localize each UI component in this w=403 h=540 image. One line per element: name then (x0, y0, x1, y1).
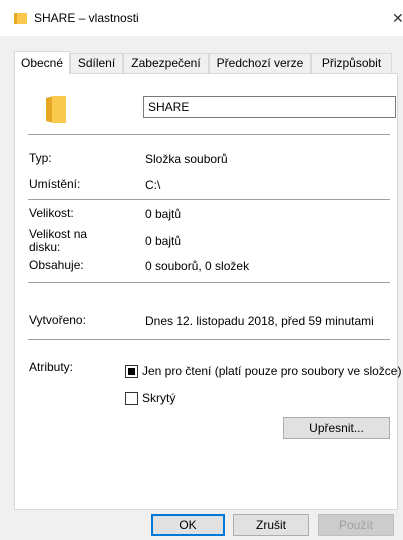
tab-sharing[interactable]: Sdílení (70, 53, 123, 73)
size-on-disk-value: 0 bajtů (145, 234, 182, 248)
cancel-button[interactable]: Zrušit (233, 514, 309, 536)
created-label: Vytvořeno: (29, 313, 86, 327)
separator (28, 199, 390, 200)
attributes-label: Atributy: (29, 360, 74, 374)
ok-button[interactable]: OK (151, 514, 225, 536)
window-title: SHARE – vlastnosti (34, 11, 139, 25)
created-value: Dnes 12. listopadu 2018, před 59 minutam… (145, 314, 374, 328)
properties-dialog: Obecné Sdílení Zabezpečení Předchozí ver… (0, 36, 403, 540)
readonly-checkbox[interactable] (125, 365, 138, 378)
hidden-checkbox[interactable] (125, 392, 138, 405)
contains-label: Obsahuje: (29, 258, 84, 272)
folder-icon (14, 13, 27, 24)
contains-value: 0 souborů, 0 složek (145, 259, 250, 273)
size-value: 0 bajtů (145, 207, 182, 221)
tab-security[interactable]: Zabezpečení (123, 53, 209, 73)
location-label: Umístění: (29, 177, 81, 191)
separator (28, 134, 390, 135)
separator (28, 339, 390, 340)
advanced-button[interactable]: Upřesnit... (283, 417, 390, 439)
type-label: Typ: (29, 151, 52, 165)
tab-previous-versions[interactable]: Předchozí verze (209, 53, 311, 73)
size-on-disk-label: Velikost na disku: (29, 227, 88, 254)
size-label: Velikost: (29, 206, 74, 220)
general-tab-panel: Typ: Složka souborů Umístění: C:\ Veliko… (14, 73, 401, 510)
tab-general[interactable]: Obecné (14, 51, 70, 74)
folder-name-input[interactable] (143, 96, 396, 118)
type-value: Složka souborů (145, 152, 228, 166)
folder-icon (46, 96, 66, 123)
tab-customize[interactable]: Přizpůsobit (311, 53, 392, 73)
close-icon[interactable]: ✕ (392, 8, 403, 28)
readonly-label[interactable]: Jen pro čtení (platí pouze pro soubory v… (142, 364, 401, 378)
hidden-label[interactable]: Skrytý (142, 391, 175, 405)
title-bar: SHARE – vlastnosti ✕ (0, 0, 403, 36)
separator (28, 282, 390, 283)
apply-button[interactable]: Použít (318, 514, 394, 536)
location-value: C:\ (145, 178, 161, 192)
